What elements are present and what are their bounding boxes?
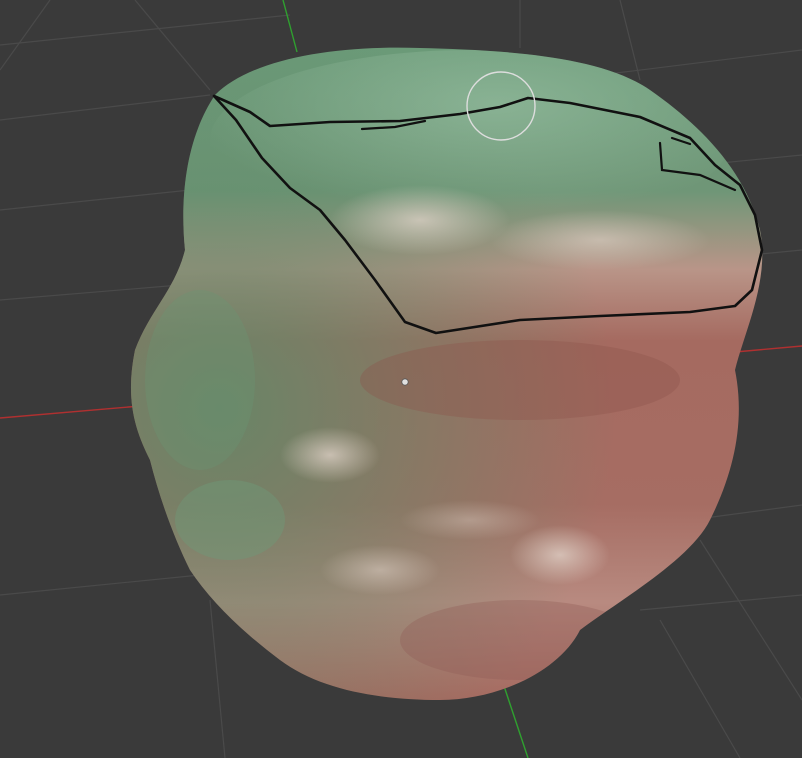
x-axis-line: [734, 345, 802, 353]
x-axis-line: [0, 405, 141, 419]
y-axis-line: [282, 0, 298, 53]
origin-point-icon: [401, 378, 409, 386]
viewport-canvas[interactable]: [0, 0, 802, 758]
3d-viewport[interactable]: [0, 0, 802, 758]
